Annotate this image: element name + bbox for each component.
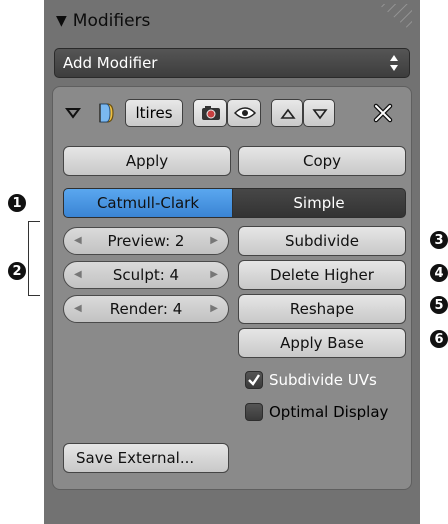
optimal-display-box[interactable]	[245, 403, 263, 421]
subdivide-uvs-label: Subdivide UVs	[269, 371, 377, 389]
subdivide-button[interactable]: Subdivide	[238, 226, 406, 256]
move-up-icon	[280, 108, 296, 119]
optimal-display-item[interactable]: Optimal Display	[245, 403, 388, 421]
decrement-arrow-icon[interactable]: ◀	[74, 303, 82, 314]
checkmark-icon	[248, 374, 260, 386]
collapse-triangle-icon[interactable]	[65, 107, 81, 119]
copy-button[interactable]: Copy	[238, 146, 406, 176]
render-levels-field[interactable]: ◀ Render: 4 ▶	[63, 295, 229, 323]
modifiers-panel: ▼ Modifiers Add Modifier ltires Apply Co…	[44, 0, 420, 524]
reshape-button[interactable]: Reshape	[238, 294, 406, 324]
decrement-arrow-icon[interactable]: ◀	[74, 269, 82, 280]
increment-arrow-icon[interactable]: ▶	[210, 269, 218, 280]
resize-grip[interactable]	[378, 4, 412, 32]
catmull-clark-label: Catmull-Clark	[96, 194, 200, 212]
callout-1: 1	[8, 194, 26, 212]
expand-triangle-icon[interactable]: ▼	[56, 13, 67, 29]
sculpt-levels-field[interactable]: ◀ Sculpt: 4 ▶	[63, 261, 229, 289]
modifier-type-icon	[99, 103, 114, 123]
decrement-arrow-icon[interactable]: ◀	[74, 235, 82, 246]
apply-base-label: Apply Base	[280, 334, 364, 352]
render-label: Render: 4	[109, 300, 183, 318]
callout-4: 4	[430, 264, 448, 282]
callout-6: 6	[430, 330, 448, 348]
simple-option[interactable]: Simple	[232, 188, 406, 218]
save-external-label: Save External...	[76, 449, 195, 467]
apply-button[interactable]: Apply	[63, 146, 231, 176]
apply-label: Apply	[125, 152, 169, 170]
preview-label: Preview: 2	[107, 232, 185, 250]
callout-5: 5	[430, 296, 448, 314]
group-bracket	[28, 221, 40, 296]
delete-x-icon[interactable]	[373, 103, 393, 123]
subsurf-modifier-box: ltires Apply Copy Catmull-Clark Simple ◀…	[52, 86, 412, 490]
viewport-toggle-button[interactable]	[227, 99, 261, 127]
panel-header[interactable]: ▼ Modifiers	[56, 8, 150, 34]
add-modifier-dropdown[interactable]: Add Modifier	[54, 48, 410, 78]
subdivide-uvs-box[interactable]	[245, 371, 263, 389]
add-modifier-label: Add Modifier	[63, 54, 158, 72]
modifier-name-field[interactable]: ltires	[125, 99, 183, 127]
callout-2: 2	[8, 262, 26, 280]
increment-arrow-icon[interactable]: ▶	[210, 235, 218, 246]
callout-3: 3	[430, 231, 448, 249]
move-up-button[interactable]	[271, 99, 303, 127]
move-down-icon	[312, 109, 328, 120]
delete-higher-button[interactable]: Delete Higher	[238, 260, 406, 290]
sculpt-label: Sculpt: 4	[112, 266, 180, 284]
reshape-label: Reshape	[289, 300, 355, 318]
move-down-button[interactable]	[303, 99, 335, 127]
copy-label: Copy	[302, 152, 342, 170]
panel-title: Modifiers	[72, 11, 151, 31]
catmull-clark-option[interactable]: Catmull-Clark	[63, 188, 233, 218]
subdivide-label: Subdivide	[284, 232, 360, 250]
delete-higher-label: Delete Higher	[270, 266, 374, 284]
preview-levels-field[interactable]: ◀ Preview: 2 ▶	[63, 227, 229, 255]
render-toggle-button[interactable]	[193, 99, 227, 127]
render-camera-icon	[202, 106, 220, 120]
modifier-name: ltires	[135, 104, 173, 122]
updown-arrows-icon	[390, 55, 398, 71]
optimal-display-label: Optimal Display	[269, 403, 389, 421]
apply-base-button[interactable]: Apply Base	[238, 328, 406, 358]
viewport-eye-icon	[234, 107, 256, 119]
simple-label: Simple	[293, 194, 345, 212]
increment-arrow-icon[interactable]: ▶	[210, 303, 218, 314]
subdivide-uvs-item[interactable]: Subdivide UVs	[245, 371, 377, 389]
save-external-button[interactable]: Save External...	[63, 443, 229, 473]
